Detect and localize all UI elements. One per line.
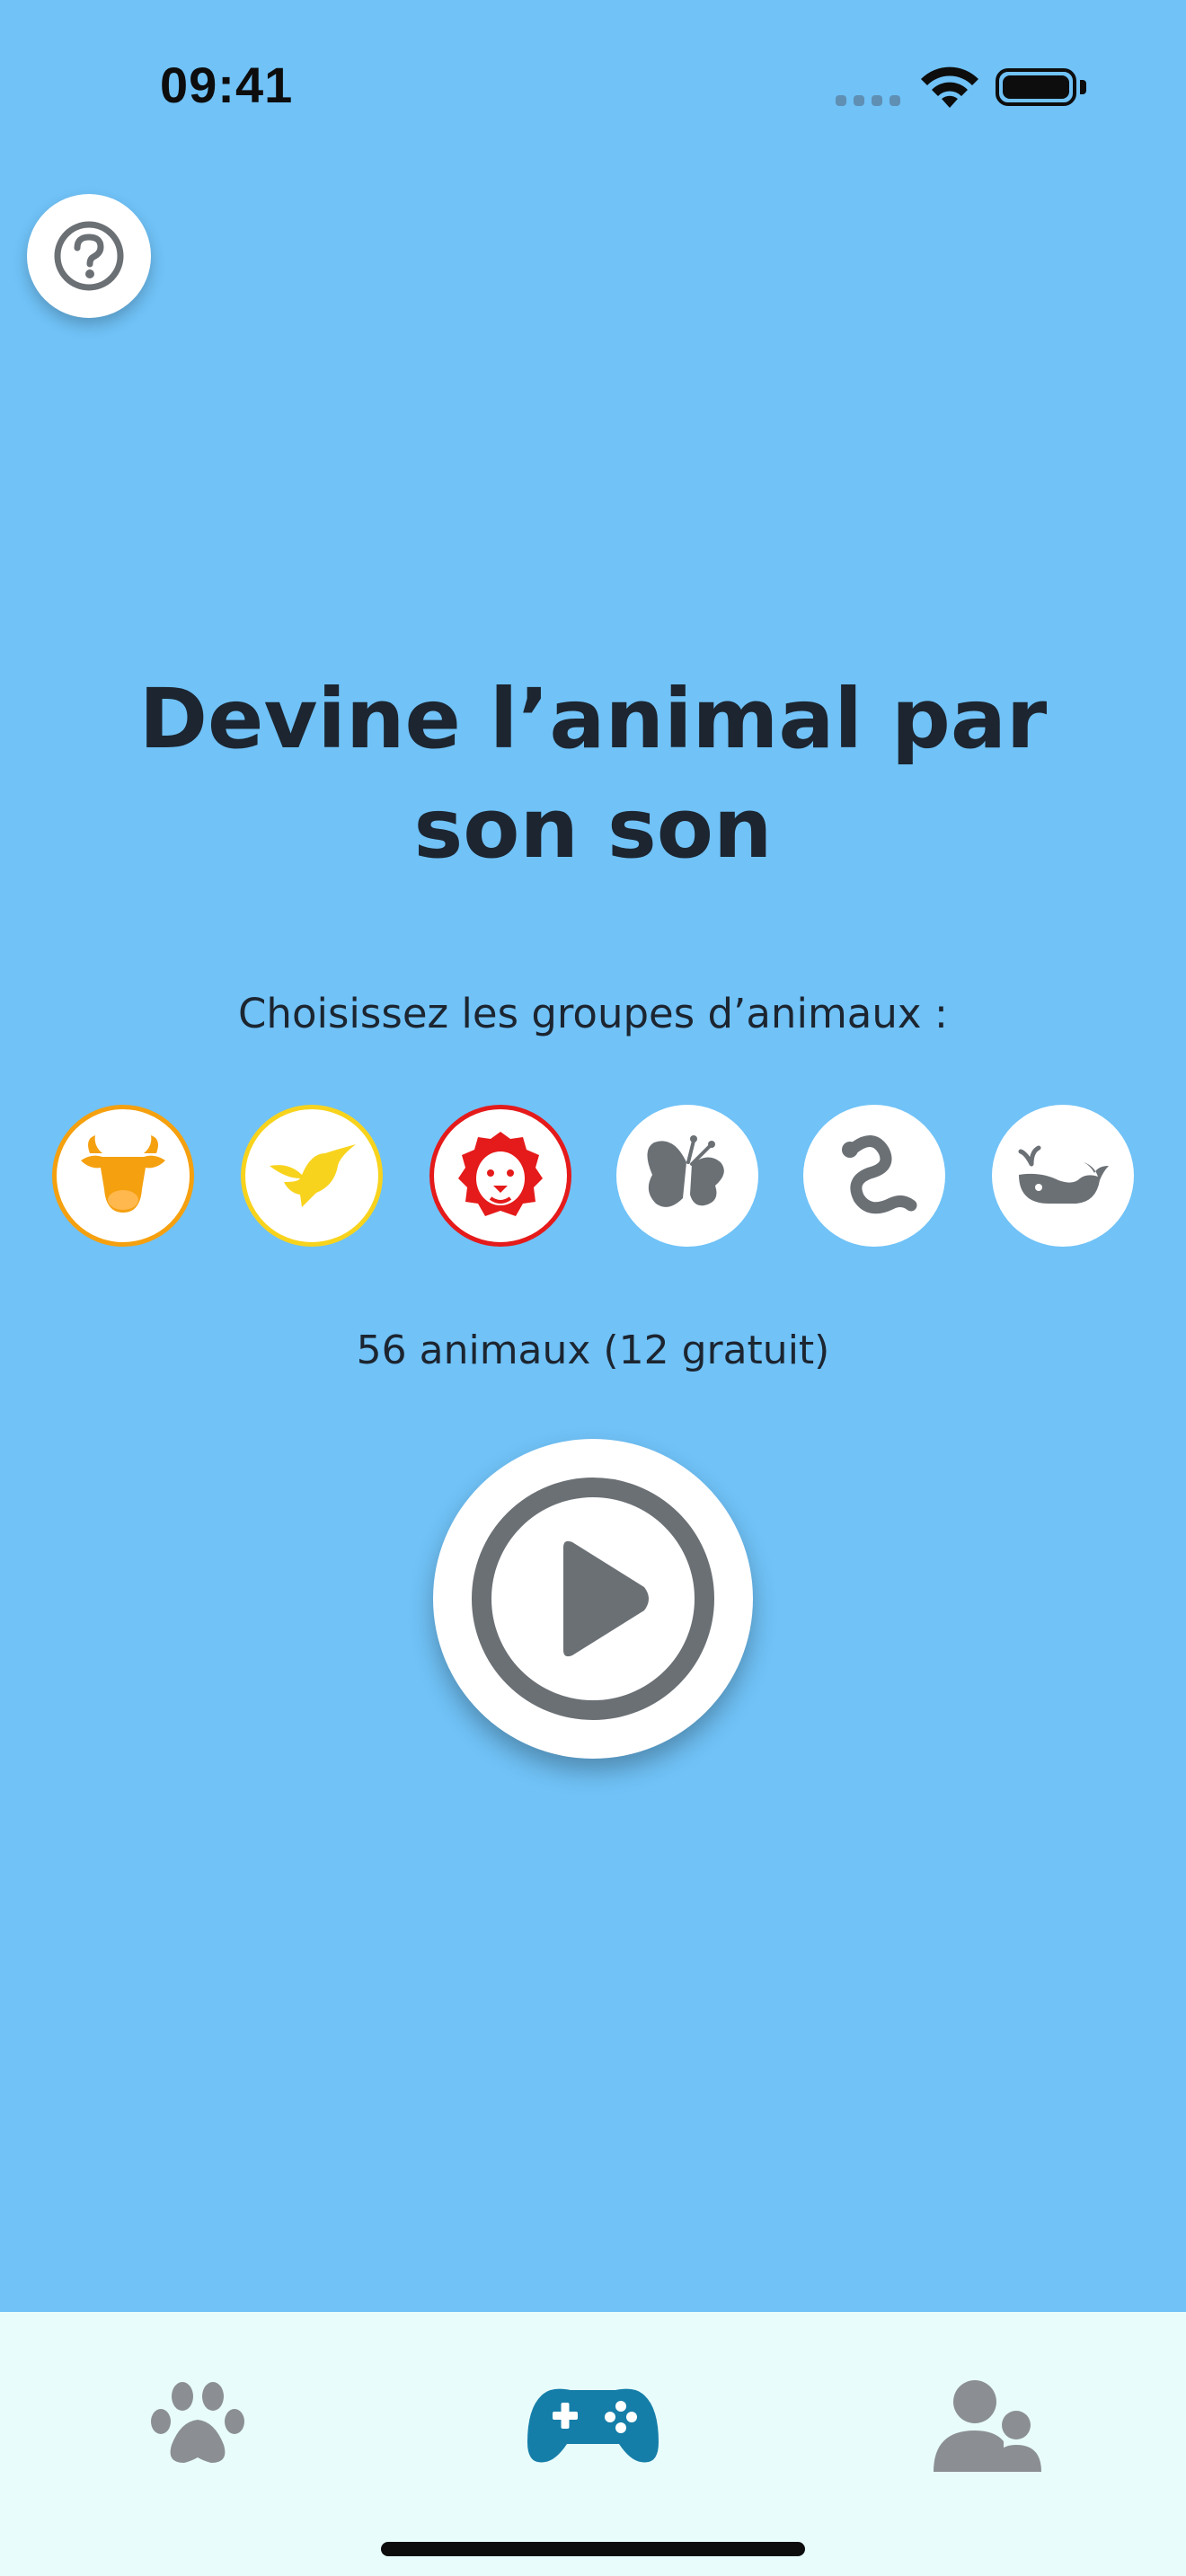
paw-icon — [151, 2382, 244, 2463]
group-insects-button[interactable] — [616, 1105, 758, 1247]
tab-profile[interactable] — [898, 2357, 1078, 2492]
animal-count: 56 animaux (12 gratuit) — [356, 1328, 830, 1373]
butterfly-icon — [647, 1135, 724, 1207]
group-sea-button[interactable] — [992, 1105, 1134, 1247]
status-bar: 09:41 — [0, 0, 1186, 171]
tab-bar — [0, 2312, 1186, 2576]
tab-animals[interactable] — [108, 2357, 288, 2492]
battery-icon — [996, 68, 1076, 106]
home-indicator — [381, 2542, 805, 2556]
status-time: 09:41 — [160, 57, 294, 113]
help-button[interactable] — [27, 194, 151, 318]
cow-icon — [81, 1135, 165, 1213]
tab-game[interactable] — [503, 2357, 683, 2492]
play-circle-icon — [472, 1478, 714, 1720]
users-icon — [934, 2380, 1041, 2472]
cellular-signal-icon — [836, 93, 900, 106]
groups-label: Choisissez les groupes d’animaux : — [238, 990, 948, 1037]
group-wild-button[interactable] — [429, 1105, 571, 1247]
lion-icon — [458, 1132, 543, 1216]
whale-icon — [1018, 1145, 1109, 1204]
play-button[interactable] — [433, 1439, 753, 1759]
group-reptiles-button[interactable] — [803, 1105, 945, 1247]
group-farm-button[interactable] — [52, 1105, 194, 1247]
gamepad-icon — [527, 2388, 659, 2463]
animal-groups — [0, 1105, 1186, 1248]
snake-icon — [842, 1135, 917, 1214]
group-birds-button[interactable] — [241, 1105, 383, 1247]
wifi-icon — [921, 66, 978, 108]
page-title: Devine l’animal par son son — [138, 671, 1048, 877]
hummingbird-icon — [270, 1144, 356, 1207]
question-circle-icon — [54, 221, 124, 291]
